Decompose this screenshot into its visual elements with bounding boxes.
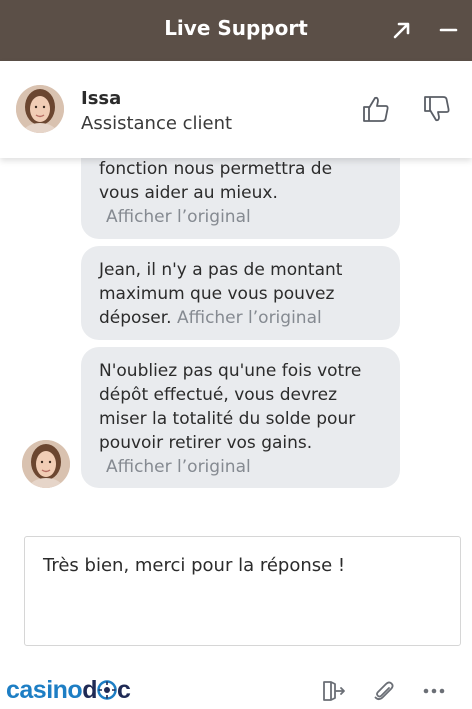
message-line: dépôt effectué, vous devrez xyxy=(99,385,337,405)
thumbs-down-icon[interactable] xyxy=(421,93,453,125)
expand-icon[interactable] xyxy=(389,17,415,43)
message-line: vous aider au mieux. xyxy=(99,183,278,203)
message-line: déposer. xyxy=(99,308,172,328)
exit-door-icon[interactable] xyxy=(320,678,346,704)
chat-footer: casinod c xyxy=(0,660,472,709)
agent-message: fonction nous permettra de vous aider au… xyxy=(81,158,400,239)
agent-header: Issa Assistance client xyxy=(0,61,472,158)
agent-avatar xyxy=(22,440,70,488)
message-line: maximum que vous pouvez xyxy=(99,284,335,304)
message-line: pouvoir retirer vos gains. xyxy=(99,433,313,453)
casinodoc-logo: casinod c xyxy=(6,676,131,704)
show-original-link[interactable]: Afficher l’original xyxy=(106,457,251,477)
more-dots-icon[interactable] xyxy=(421,678,447,704)
agent-avatar xyxy=(16,85,64,133)
agent-message: N'oubliez pas qu'une fois votre dépôt ef… xyxy=(81,347,400,488)
thumbs-up-icon[interactable] xyxy=(360,93,392,125)
agent-role: Assistance client xyxy=(81,113,233,134)
message-line: Jean, il n'y a pas de montant xyxy=(99,260,343,280)
agent-name: Issa xyxy=(81,88,122,109)
agent-message: Jean, il n'y a pas de montant maximum qu… xyxy=(81,246,400,340)
message-list[interactable]: fonction nous permettra de vous aider au… xyxy=(0,158,472,514)
message-input[interactable]: Très bien, merci pour la réponse ! xyxy=(24,536,461,646)
roulette-icon xyxy=(97,680,117,700)
minimize-icon[interactable] xyxy=(435,17,461,43)
chat-titlebar: Live Support xyxy=(0,0,472,61)
show-original-link[interactable]: Afficher l’original xyxy=(106,207,251,227)
message-line: fonction nous permettra de xyxy=(99,159,333,179)
paperclip-icon[interactable] xyxy=(371,678,397,704)
message-line: N'oubliez pas qu'une fois votre xyxy=(99,361,362,381)
message-line: miser la totalité du solde pour xyxy=(99,409,356,429)
show-original-link[interactable]: Afficher l’original xyxy=(177,308,322,328)
message-input-value: Très bien, merci pour la réponse ! xyxy=(43,555,346,576)
